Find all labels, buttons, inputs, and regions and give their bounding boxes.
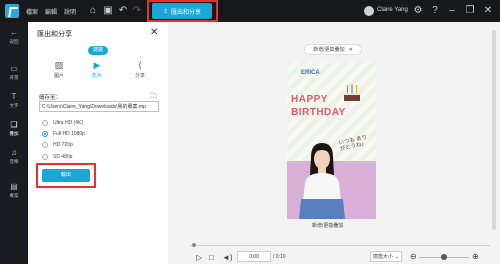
nav-project[interactable]: ▤ 專案 xyxy=(0,182,28,199)
radio-icon xyxy=(42,141,48,148)
fit-size-select[interactable]: 適當大小 ⌄ xyxy=(370,251,402,262)
volume-icon[interactable]: ◄) xyxy=(222,253,233,262)
panel-title: 匯出和分享 xyxy=(37,31,72,38)
resolution-480p-label: SD 480p xyxy=(53,153,73,160)
nav-music[interactable]: ♫ 音樂 xyxy=(0,148,28,165)
username[interactable]: Claire Yang xyxy=(377,7,408,13)
menu-help[interactable]: 說明 xyxy=(64,7,76,16)
tab-video-label: 影片 xyxy=(91,73,102,79)
left-nav: ← 返回 ▭ 背景 T 文字 ❏ 疊加 ♫ 音樂 ▤ 專案 xyxy=(0,22,28,264)
undo-icon[interactable]: ↶ xyxy=(117,5,129,17)
radio-icon xyxy=(42,153,48,160)
save-icon[interactable]: ▣ xyxy=(102,5,114,17)
resolution-720p[interactable]: HD 720p xyxy=(42,140,152,149)
minimize-icon[interactable]: – xyxy=(446,5,458,17)
resolution-4k-label: Ultra HD (4K) xyxy=(53,119,84,126)
nav-text[interactable]: T 文字 xyxy=(0,92,28,109)
menu-edit[interactable]: 編輯 xyxy=(45,7,57,16)
scrollbar[interactable] xyxy=(492,30,496,230)
background-icon: ▭ xyxy=(10,64,18,73)
nav-overlay-label: 疊加 xyxy=(9,131,19,136)
close-icon[interactable]: ✕ xyxy=(482,5,494,17)
menu-file[interactable]: 檔案 xyxy=(26,7,38,16)
overlay-icon: ❏ xyxy=(10,120,18,129)
card-happy: HAPPY xyxy=(291,94,328,105)
resolution-4k[interactable]: Ultra HD (4K) xyxy=(42,118,152,127)
top-bar: 檔案 編輯 說明 ⌂ ▣ ↶ ↷ ⇪ 匯出和分享 Claire Yang ⚙ ?… xyxy=(0,0,500,22)
tab-image-label: 圖片 xyxy=(53,73,64,79)
text-icon: T xyxy=(11,92,17,101)
current-time-input[interactable] xyxy=(237,251,271,262)
restore-icon[interactable]: ❐ xyxy=(464,5,476,17)
nav-back[interactable]: ← 返回 xyxy=(0,28,28,45)
close-icon[interactable]: ✕ xyxy=(349,47,353,53)
close-icon[interactable]: ✕ xyxy=(150,27,158,38)
avatar[interactable] xyxy=(364,6,374,16)
zoom-in-icon[interactable]: ⊕ xyxy=(472,252,479,261)
recommended-badge: 建議 xyxy=(88,46,108,55)
nav-overlay[interactable]: ❏ 疊加 xyxy=(0,120,28,137)
help-icon[interactable]: ? xyxy=(429,5,441,17)
resolution-480p[interactable]: SD 480p xyxy=(42,152,152,161)
nav-back-label: 返回 xyxy=(9,39,19,44)
add-replace-overlay-chip[interactable]: 新增/更換疊加 ✕ xyxy=(304,44,362,55)
radio-icon xyxy=(42,130,48,137)
girl-photo xyxy=(299,143,345,219)
home-icon[interactable]: ⌂ xyxy=(87,5,99,17)
play-icon[interactable]: ▷ xyxy=(196,253,202,262)
resolution-1080p[interactable]: Full HD 1080p xyxy=(42,129,152,138)
stop-icon[interactable]: □ xyxy=(209,253,214,262)
zoom-knob[interactable] xyxy=(441,254,447,260)
nav-background[interactable]: ▭ 背景 xyxy=(0,64,28,81)
nav-background-label: 背景 xyxy=(9,75,19,80)
total-time: / 0:10 xyxy=(273,254,286,260)
settings-icon[interactable]: ⚙ xyxy=(412,5,424,17)
image-icon: ▨ xyxy=(54,60,64,70)
nav-text-label: 文字 xyxy=(9,103,19,108)
redo-icon[interactable]: ↷ xyxy=(131,5,143,17)
replace-overlay-label[interactable]: 新增/更換疊加 xyxy=(312,222,343,229)
app-logo xyxy=(5,4,19,18)
save-path-input[interactable] xyxy=(39,101,159,112)
radio-icon xyxy=(42,119,48,126)
resolution-1080p-label: Full HD 1080p xyxy=(53,130,85,137)
output-highlight-box xyxy=(36,163,96,188)
nav-music-label: 音樂 xyxy=(9,159,19,164)
cake-icon xyxy=(344,84,360,101)
card-name: ERICA xyxy=(301,70,320,76)
tab-share[interactable]: ⟨ 分享 xyxy=(125,60,155,79)
tab-share-label: 分享 xyxy=(134,73,145,79)
project-icon: ▤ xyxy=(10,182,18,191)
tab-video[interactable]: ▶ 影片 xyxy=(82,60,112,79)
playback-bar xyxy=(168,236,500,264)
fit-size-label: 適當大小 xyxy=(372,254,393,260)
nav-project-label: 專案 xyxy=(9,193,19,198)
share-icon: ⟨ xyxy=(138,60,142,70)
birthday-card[interactable]: ERICA HAPPY BIRTHDAY いつも ありがとうね♪ xyxy=(287,61,376,219)
progress-knob[interactable] xyxy=(192,243,196,247)
music-icon: ♫ xyxy=(11,148,17,157)
card-birthday: BIRTHDAY xyxy=(291,107,346,118)
zoom-out-icon[interactable]: ⊖ xyxy=(410,252,417,261)
progress-track[interactable] xyxy=(190,245,490,246)
video-icon: ▶ xyxy=(93,60,101,70)
chip-label: 新增/更換疊加 xyxy=(313,47,345,53)
export-highlight-box xyxy=(147,0,218,22)
save-to-label: 儲存至： xyxy=(39,95,62,101)
back-arrow-icon: ← xyxy=(10,28,18,37)
chevron-down-icon: ⌄ xyxy=(394,253,400,260)
resolution-720p-label: HD 720p xyxy=(53,141,73,148)
tab-image[interactable]: ▨ 圖片 xyxy=(44,60,74,79)
